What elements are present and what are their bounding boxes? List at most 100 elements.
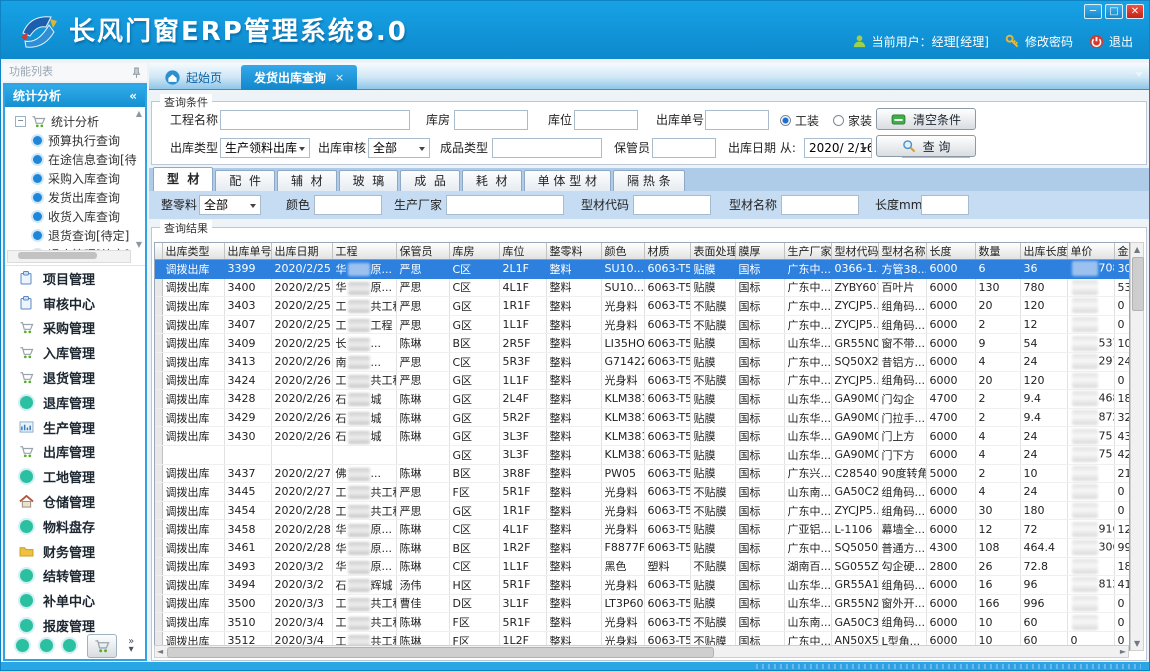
circle-icon[interactable]	[63, 639, 76, 652]
clear-conditions-button[interactable]: 清空条件	[876, 108, 976, 130]
tree-hscroll-thumb[interactable]	[18, 252, 97, 259]
column-header-mat[interactable]: 材质	[644, 243, 690, 260]
table-row[interactable]: 调拨出库34372020/2/27佛...陈琳B区3R8F整料PW056063-…	[155, 464, 1130, 483]
maker-input[interactable]	[446, 195, 564, 215]
sidebar-menu-item[interactable]: 退库管理	[5, 390, 145, 415]
horizontal-scrollbar[interactable]: ◄ ►	[154, 645, 1129, 658]
column-header-zl[interactable]: 整零料	[546, 243, 601, 260]
tree-scroll-up-icon[interactable]: ▲	[136, 109, 142, 118]
date-from-select[interactable]: 2020/ 2/16	[804, 138, 872, 158]
hscroll-thumb[interactable]	[167, 647, 714, 658]
column-header-qty[interactable]: 数量	[975, 243, 1020, 260]
table-row[interactable]: 调拨出库34452020/2/27工共工程严思F区5R1F整料光身料6063-T…	[155, 483, 1130, 502]
table-row[interactable]: 调拨出库34072020/2/25工工程严思G区1L1F整料光身料6063-T5…	[155, 315, 1130, 334]
sidebar-menu-item[interactable]: 工地管理	[5, 464, 145, 489]
column-header-color[interactable]: 颜色	[601, 243, 644, 260]
more-panels-button[interactable]: »▾	[128, 638, 134, 654]
scroll-up-icon[interactable]: ▲	[1134, 244, 1140, 255]
sidebar-menu-item[interactable]: 入库管理	[5, 340, 145, 365]
whole-part-select[interactable]: 全部	[199, 195, 261, 215]
tree-item[interactable]: 收货入库查询	[5, 207, 145, 226]
product-type-input[interactable]	[492, 138, 602, 158]
material-tab[interactable]: 型 材	[153, 167, 213, 191]
length-input[interactable]	[921, 195, 969, 215]
sidebar-menu-item[interactable]: 退货管理	[5, 365, 145, 390]
column-header-film[interactable]: 膜厚	[735, 243, 784, 260]
table-row[interactable]: 调拨出库34582020/2/28华原...陈琳C区4L1F整料光身料6063-…	[155, 520, 1130, 539]
column-header-no[interactable]: 出库单号	[224, 243, 271, 260]
vertical-scrollbar[interactable]: ▲ ▼	[1130, 242, 1144, 651]
material-tab[interactable]: 成 品	[400, 170, 460, 191]
scroll-right-icon[interactable]: ►	[1120, 646, 1126, 657]
location-input[interactable]	[574, 110, 638, 130]
tab-list-caret-icon[interactable]	[1135, 72, 1143, 77]
logout-button[interactable]: 退出	[1089, 33, 1133, 50]
tree-scroll-down-icon[interactable]: ▼	[136, 240, 142, 249]
material-tab[interactable]: 辅 材	[277, 170, 337, 191]
tree-root[interactable]: − 统计分析	[5, 107, 145, 131]
material-tab[interactable]: 单 体 型 材	[524, 170, 611, 191]
sidebar-menu-item[interactable]: 仓储管理	[5, 489, 145, 514]
tree-item[interactable]: 发货出库查询	[5, 188, 145, 207]
table-row[interactable]: 调拨出库34282020/2/26石城陈琳G区2L4F整料KLM38176063…	[155, 390, 1130, 409]
table-row[interactable]: 调拨出库33992020/2/25华原...严思C区2L1F整料SU10...6…	[155, 260, 1130, 279]
tab-close-icon[interactable]: ×	[335, 71, 344, 84]
scroll-left-icon[interactable]: ◄	[157, 646, 163, 657]
column-header-proj[interactable]: 工程	[332, 243, 396, 260]
keeper-input[interactable]	[652, 138, 716, 158]
column-header-wh[interactable]: 库房	[449, 243, 499, 260]
table-row[interactable]: 调拨出库35002020/3/3工共工程曹佳D区3L1F整料LT3P606063…	[155, 594, 1130, 613]
column-header-outlen[interactable]: 出库长度	[1020, 243, 1067, 260]
scroll-down-icon[interactable]: ▼	[1134, 638, 1140, 649]
circle-icon[interactable]	[40, 639, 53, 652]
pin-icon[interactable]	[132, 67, 141, 78]
search-button[interactable]: 查 询	[876, 135, 976, 157]
table-row[interactable]: 调拨出库34092020/2/25长...陈琳B区2R5F整料LI35HO606…	[155, 334, 1130, 353]
column-header-keeper[interactable]: 保管员	[396, 243, 449, 260]
table-row[interactable]: G区3L3F整料KLM38176063-T5贴膜国标山东华...GA90M09.…	[155, 445, 1130, 464]
minimize-icon[interactable]: ─	[1084, 4, 1102, 19]
radio-gongzhuang[interactable]: 工装	[780, 112, 819, 129]
vscroll-thumb[interactable]	[1132, 257, 1144, 311]
column-header-code[interactable]: 型材代码	[831, 243, 878, 260]
sidebar-menu-item[interactable]: 出库管理	[5, 440, 145, 465]
tree-item[interactable]: 采购入库查询	[5, 169, 145, 188]
table-row[interactable]: 调拨出库34002020/2/25华原...严思C区4L1F整料SU10...6…	[155, 278, 1130, 297]
table-row[interactable]: 调拨出库34032020/2/25工共工程严思G区1R1F整料光身料6063-T…	[155, 297, 1130, 316]
sidebar-menu-item[interactable]: 结转管理	[5, 564, 145, 589]
column-header-date[interactable]: 出库日期	[271, 243, 332, 260]
material-tab[interactable]: 玻 璃	[339, 170, 399, 191]
table-row[interactable]: 调拨出库34302020/2/26石城陈琳G区3L3F整料KLM38176063…	[155, 427, 1130, 446]
tree-item[interactable]: 预算执行查询	[5, 131, 145, 150]
profile-name-input[interactable]	[781, 195, 859, 215]
audit-select[interactable]: 全部	[368, 138, 430, 158]
circle-icon[interactable]	[16, 639, 29, 652]
sidebar-menu-item[interactable]: 采购管理	[5, 316, 145, 341]
sidebar-menu-item[interactable]: 审核中心	[5, 291, 145, 316]
column-header-name[interactable]: 型材名称	[878, 243, 926, 260]
table-row[interactable]: 调拨出库34942020/3/2石辉城汤伟H区5R1F整料光身料6063-T5贴…	[155, 576, 1130, 595]
column-header-loc[interactable]: 库位	[499, 243, 546, 260]
material-tab[interactable]: 配 件	[215, 170, 275, 191]
project-name-input[interactable]	[220, 110, 410, 130]
sidebar-menu-item[interactable]: 生产管理	[5, 415, 145, 440]
sidebar-section-header[interactable]: 统计分析 «	[5, 85, 145, 107]
table-row[interactable]: 调拨出库34612020/2/28华原...陈琳B区1R2F整料F8877FT6…	[155, 538, 1130, 557]
warehouse-input[interactable]	[454, 110, 528, 130]
tab-home[interactable]: 起始页	[155, 66, 232, 89]
tab-active[interactable]: 发货出库查询 ×	[241, 65, 357, 90]
tree-hscrollbar[interactable]	[7, 250, 131, 263]
collapse-icon[interactable]: «	[129, 85, 137, 107]
table-row[interactable]: 调拨出库34542020/2/28工共工程严思G区1R1F整料光身料6063-T…	[155, 501, 1130, 520]
column-header-price[interactable]: 单价	[1067, 243, 1114, 260]
column-header-maker[interactable]: 生产厂家	[784, 243, 831, 260]
order-no-input[interactable]	[705, 110, 769, 130]
table-row[interactable]: 调拨出库34242020/2/26工共工程严思G区1L1F整料光身料6063-T…	[155, 371, 1130, 390]
material-tab[interactable]: 隔 热 条	[613, 170, 685, 191]
change-password-button[interactable]: 修改密码	[1005, 33, 1073, 50]
out-type-select[interactable]: 生产领料出库	[220, 138, 310, 158]
column-header-surf[interactable]: 表面处理	[690, 243, 735, 260]
sidebar-menu-item[interactable]: 补单中心	[5, 588, 145, 613]
column-header-type[interactable]: 出库类型	[162, 243, 224, 260]
sidebar-menu-item[interactable]: 财务管理	[5, 539, 145, 564]
